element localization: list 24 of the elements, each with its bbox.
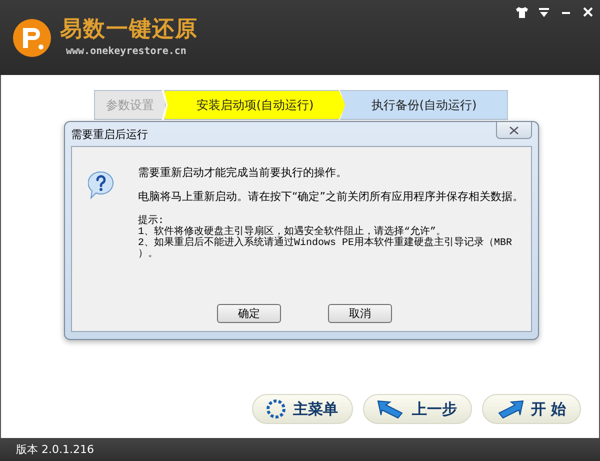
cancel-button[interactable]: 取消 bbox=[328, 304, 392, 323]
dialog-message: 电脑将马上重新启动。请在按下“确定”之前关闭所有应用程序并保存相关数据。 bbox=[138, 189, 524, 204]
wizard-step: 执行备份(自动运行) bbox=[340, 90, 508, 120]
version-label: 版本 2.0.1.216 bbox=[16, 442, 94, 457]
ok-button[interactable]: 确定 bbox=[217, 304, 281, 323]
back-button[interactable]: 上一步 bbox=[362, 394, 472, 424]
website-url: www.onekeyrestore.cn bbox=[66, 46, 188, 57]
wizard-step: 参数设置 bbox=[94, 90, 166, 120]
app-title: 易数一键还原 bbox=[60, 16, 198, 44]
hint-text: 1、软件将修改硬盘主引导扇区，如遇安全软件阻止，请选择“允许”。 bbox=[138, 227, 446, 238]
logo-icon bbox=[12, 18, 52, 58]
dialog-close-button[interactable] bbox=[496, 122, 532, 139]
refresh-icon bbox=[264, 398, 287, 420]
main-menu-button[interactable]: 主菜单 bbox=[252, 394, 353, 424]
hint-text: 2、如果重启后不能进入系统请通过Windows PE用本软件重建硬盘主引导记录（MBR bbox=[138, 238, 514, 249]
wizard-step: 安装启动项(自动运行) bbox=[164, 90, 346, 120]
dialog-message: 需要重新启动才能完成当前要执行的操作。 bbox=[138, 165, 348, 180]
hint-text: ）。 bbox=[138, 249, 159, 260]
close-icon bbox=[509, 126, 519, 134]
dialog-title: 需要重启后运行 bbox=[71, 126, 148, 142]
shirt-icon[interactable] bbox=[514, 4, 530, 20]
hint-text: 提示: bbox=[138, 216, 164, 227]
start-button[interactable]: 开 始 bbox=[482, 394, 581, 424]
question-icon bbox=[88, 171, 114, 199]
